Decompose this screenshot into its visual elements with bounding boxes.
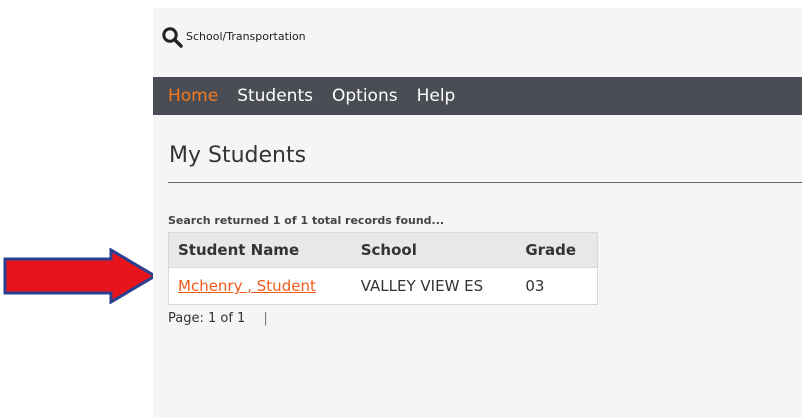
nav-item-home[interactable]: Home — [168, 86, 218, 106]
header-bar: School/Transportation — [153, 8, 802, 76]
nav-item-options[interactable]: Options — [332, 86, 398, 106]
nav-item-help[interactable]: Help — [417, 86, 456, 106]
red-arrow-annotation — [3, 248, 158, 304]
search-icon[interactable] — [161, 26, 183, 48]
grade-cell: 03 — [525, 277, 545, 295]
table-row: Mchenry , Student VALLEY VIEW ES 03 — [169, 268, 598, 305]
table-header-row: Student Name School Grade — [168, 232, 598, 268]
page: School/Transportation Home Students Opti… — [0, 0, 802, 418]
column-header-student-name[interactable]: Student Name — [168, 232, 352, 268]
nav-item-students[interactable]: Students — [237, 86, 313, 106]
pager-separator: | — [263, 311, 268, 326]
breadcrumb[interactable]: School/Transportation — [186, 30, 306, 43]
search-result-count: Search returned 1 of 1 total records fou… — [168, 214, 445, 227]
title-divider — [168, 182, 802, 183]
column-header-grade[interactable]: Grade — [516, 232, 598, 268]
column-header-school[interactable]: School — [351, 232, 517, 268]
student-name-link[interactable]: Mchenry , Student — [178, 277, 316, 295]
app-window: School/Transportation Home Students Opti… — [153, 8, 802, 418]
pagination: Page: 1 of 1 | — [168, 311, 268, 326]
students-table: Student Name School Grade Mchenry , Stud… — [168, 232, 598, 305]
page-indicator: Page: 1 of 1 — [168, 311, 246, 326]
student-name-cell: Mchenry , Student — [169, 268, 352, 305]
page-title: My Students — [169, 143, 307, 168]
school-cell: VALLEY VIEW ES — [360, 277, 484, 295]
main-nav: Home Students Options Help — [153, 77, 802, 115]
